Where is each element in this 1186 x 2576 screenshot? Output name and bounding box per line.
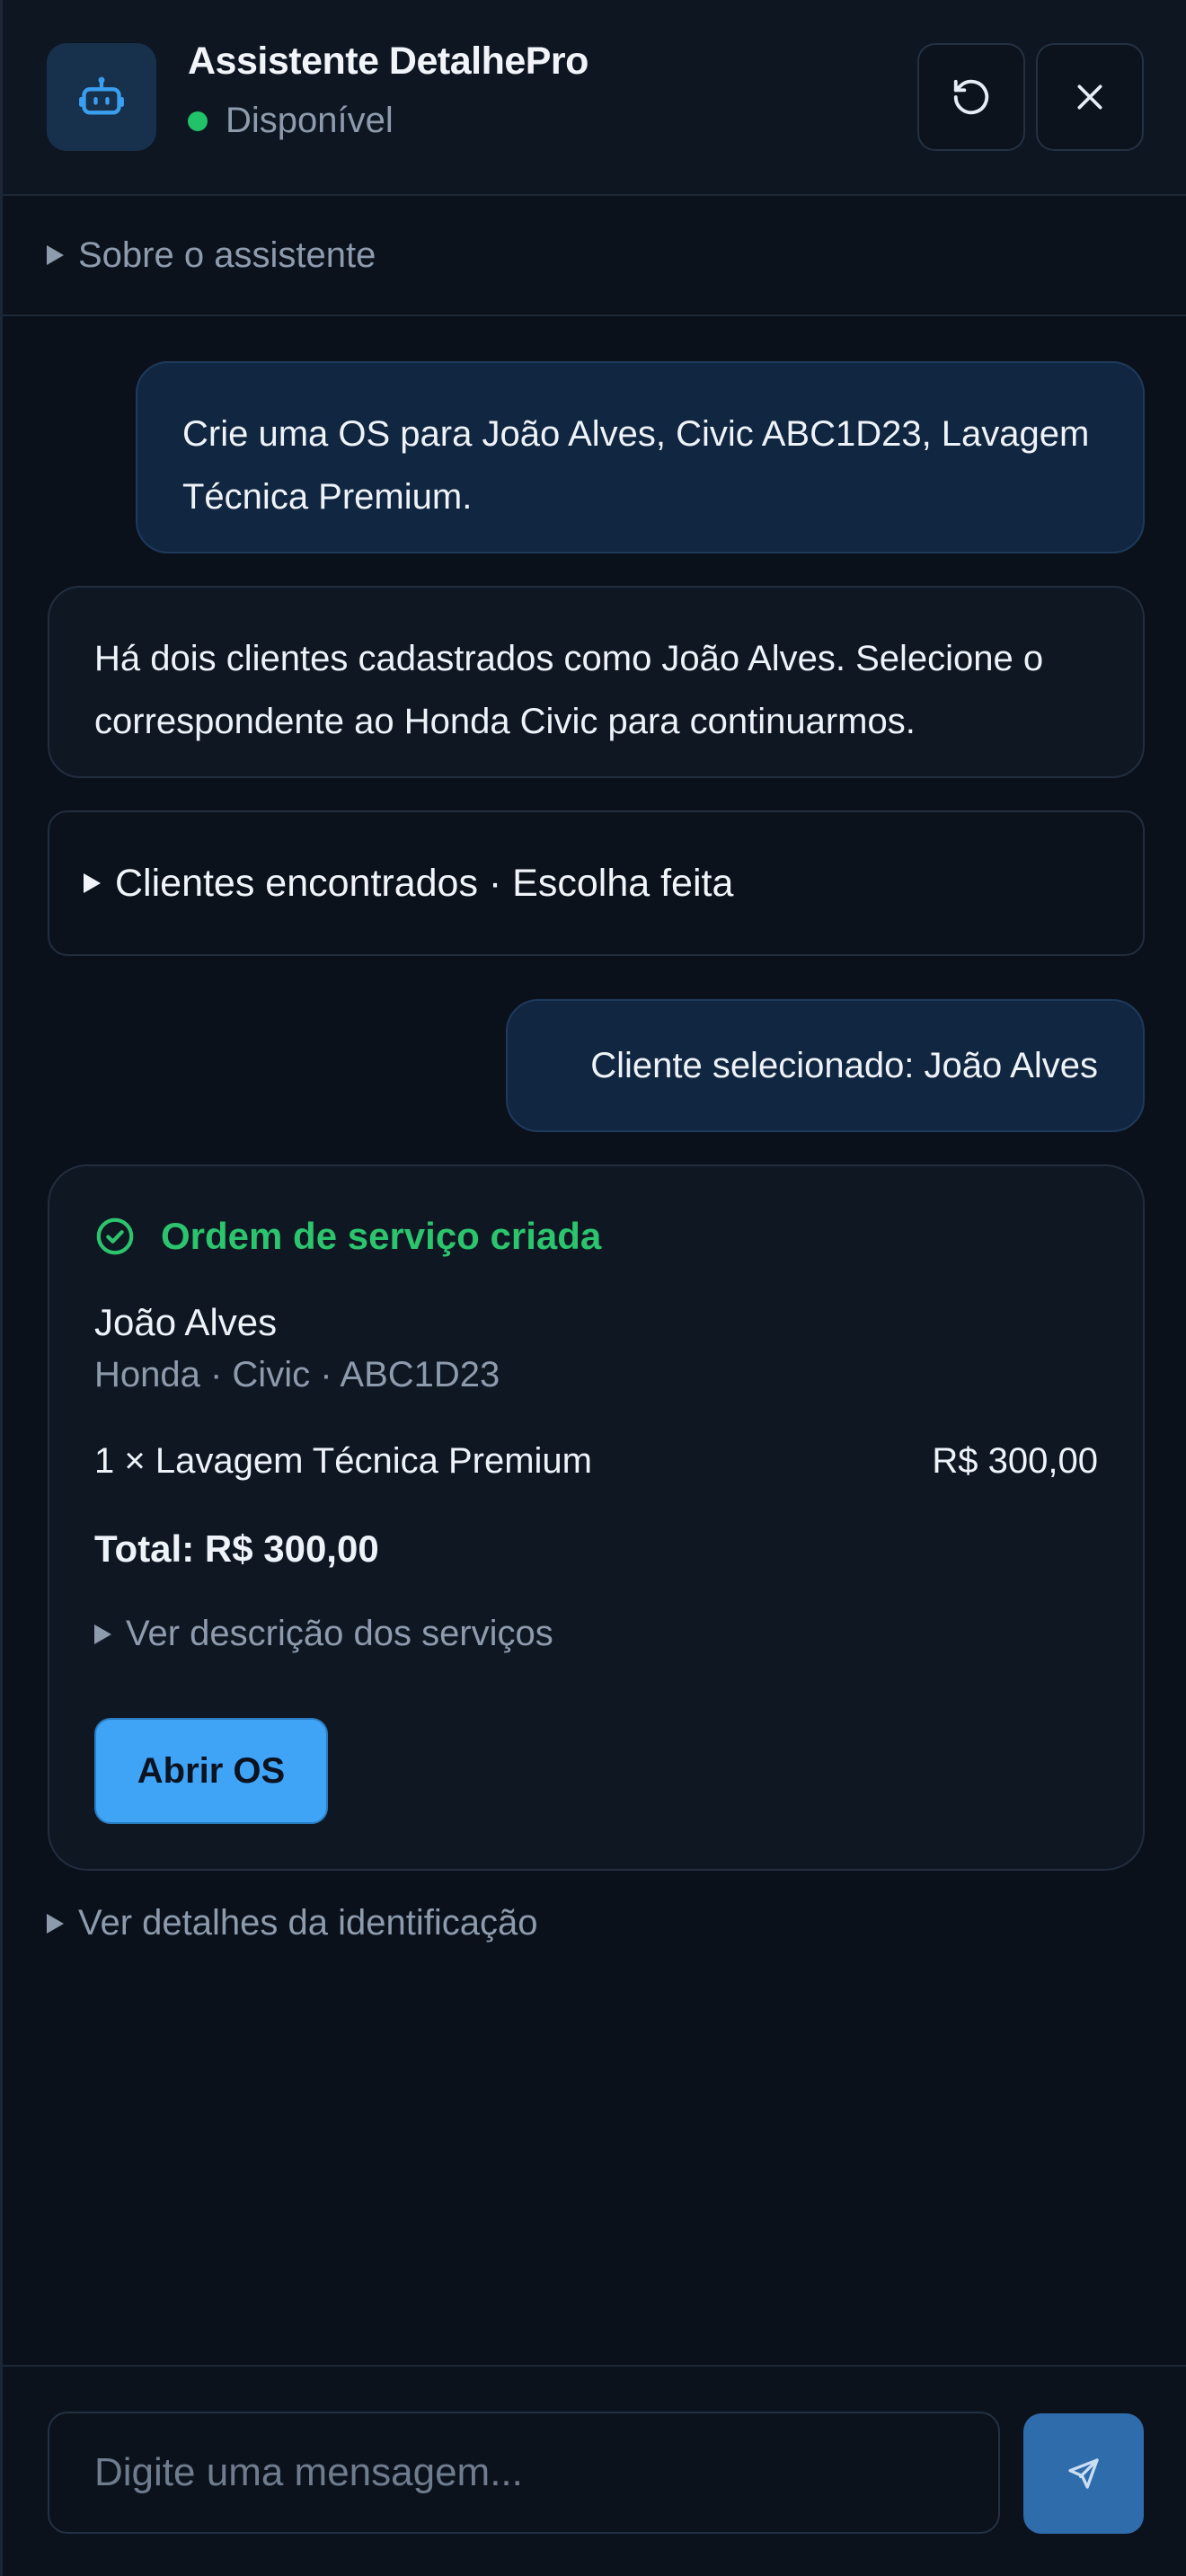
reset-icon — [953, 79, 989, 115]
order-total: Total: R$ 300,00 — [94, 1527, 379, 1570]
message-input[interactable]: Digite uma mensagem... — [48, 2412, 1000, 2534]
user-message: Crie uma OS para João Alves, Civic ABC1D… — [136, 361, 1145, 553]
chat-header: Assistente DetalhePro Disponível — [3, 0, 1186, 196]
service-description-toggle[interactable]: Ver descrição dos serviços — [94, 1614, 553, 1654]
clients-found-toggle[interactable]: Clientes encontrados · Escolha feita — [48, 810, 1145, 956]
triangle-right-icon — [47, 1913, 64, 1934]
check-circle-icon — [96, 1217, 134, 1255]
order-line-item: 1 × Lavagem Técnica Premium — [94, 1441, 592, 1481]
order-vehicle: Honda · Civic · ABC1D23 — [94, 1355, 500, 1394]
status-label: Disponível — [226, 101, 394, 140]
robot-icon — [47, 43, 156, 151]
clients-found-label: Clientes encontrados · Escolha feita — [115, 861, 734, 905]
order-client-name: João Alves — [94, 1301, 278, 1343]
about-assistant-toggle[interactable]: Sobre o assistente — [3, 196, 1186, 316]
triangle-right-icon — [84, 873, 101, 893]
close-icon — [1077, 84, 1102, 110]
reset-button[interactable] — [917, 43, 1025, 151]
service-description-label: Ver descrição dos serviços — [126, 1614, 553, 1653]
triangle-right-icon — [94, 1624, 111, 1644]
send-button[interactable] — [1023, 2413, 1144, 2534]
user-message-selection-text: Cliente selecionado: João Alves — [590, 1046, 1098, 1085]
identification-details-label: Ver detalhes da identificação — [78, 1903, 538, 1943]
online-status-dot — [188, 111, 208, 131]
close-button[interactable] — [1036, 43, 1144, 151]
message-input-placeholder: Digite uma mensagem... — [94, 2450, 523, 2494]
identification-details-toggle[interactable]: Ver detalhes da identificação — [47, 1903, 537, 1943]
assistant-status: Disponível — [188, 101, 394, 141]
user-message-selection: Cliente selecionado: João Alves — [506, 999, 1145, 1132]
send-icon — [1068, 2458, 1099, 2489]
assistant-title: Assistente DetalhePro — [188, 40, 589, 83]
order-card-title: Ordem de serviço criada — [161, 1215, 602, 1257]
open-order-button[interactable]: Abrir OS — [94, 1718, 328, 1824]
assistant-message: Há dois clientes cadastrados como João A… — [48, 586, 1145, 778]
triangle-right-icon — [47, 245, 64, 265]
order-card-header: Ordem de serviço criada — [94, 1215, 601, 1258]
message-composer: Digite uma mensagem... — [3, 2365, 1186, 2576]
order-line-price: R$ 300,00 — [932, 1441, 1098, 1481]
about-label: Sobre o assistente — [78, 235, 376, 275]
assistant-chat-panel: Assistente DetalhePro Disponível Sobre o… — [0, 0, 1186, 2576]
order-created-card: Ordem de serviço criada João Alves Honda… — [48, 1164, 1145, 1871]
